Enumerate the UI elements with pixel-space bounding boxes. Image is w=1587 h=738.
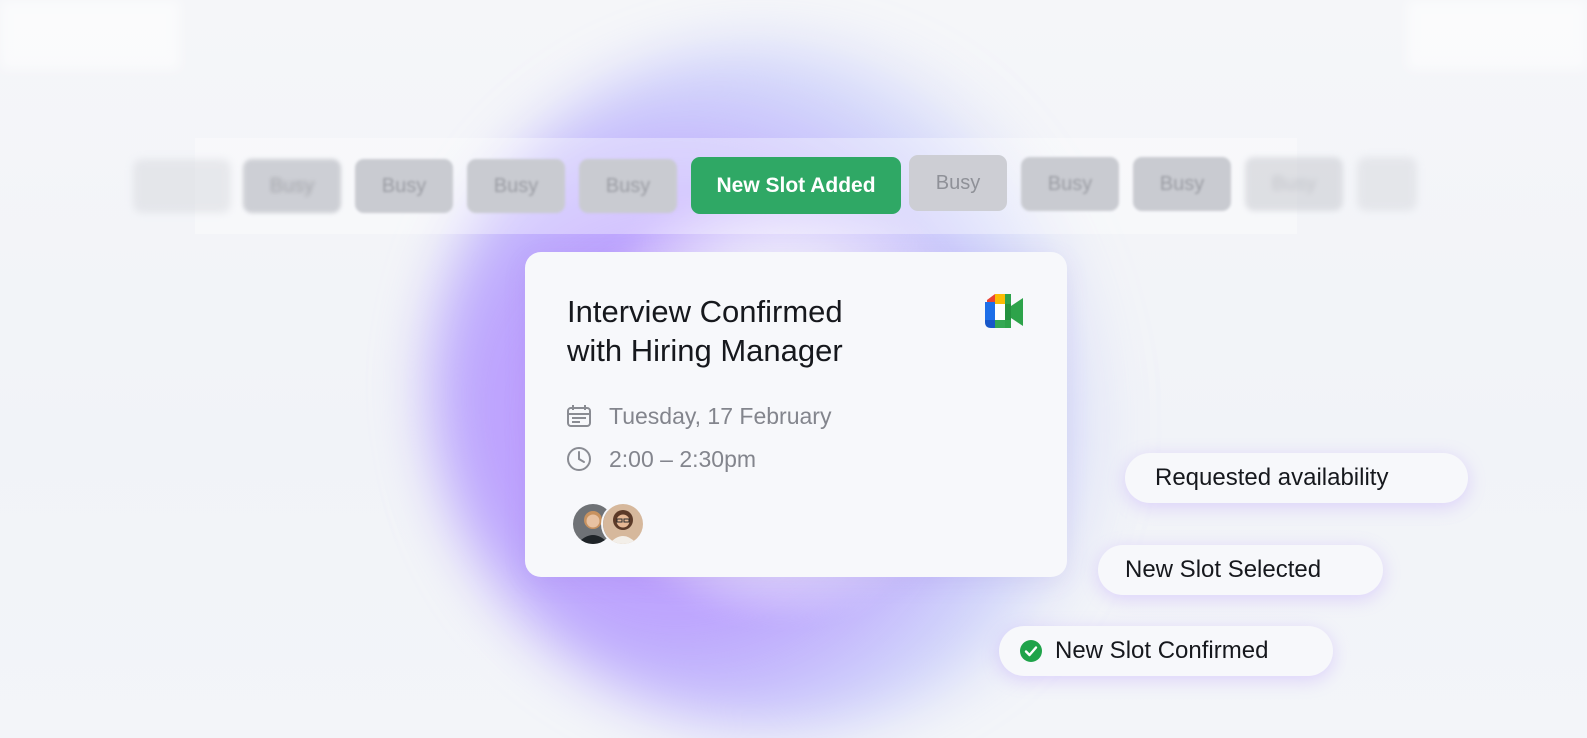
- slot-busy-ghost: [133, 159, 231, 213]
- card-title: Interview Confirmed with Hiring Manager: [567, 292, 947, 370]
- google-meet-icon[interactable]: [983, 294, 1027, 330]
- status-confirmed-label: New Slot Confirmed: [1055, 637, 1269, 664]
- slot-busy[interactable]: Busy: [1021, 157, 1119, 211]
- new-slot-added-badge[interactable]: New Slot Added: [691, 157, 901, 214]
- status-new-slot-selected[interactable]: New Slot Selected: [1098, 545, 1383, 595]
- avatar[interactable]: [601, 502, 645, 546]
- status-requested-label: Requested availability: [1155, 464, 1389, 491]
- card-title-line2: with Hiring Manager: [567, 333, 843, 368]
- slot-busy-ghost: [1357, 157, 1417, 211]
- card-title-line1: Interview Confirmed: [567, 294, 843, 329]
- slot-busy[interactable]: Busy: [355, 159, 453, 213]
- status-selected-label: New Slot Selected: [1125, 556, 1322, 583]
- date-row: Tuesday, 17 February: [565, 402, 831, 430]
- slot-busy[interactable]: Busy: [1245, 157, 1343, 211]
- attendee-avatars: [571, 502, 651, 546]
- scheduling-illustration: Busy Busy Busy Busy New Slot Added Busy …: [0, 0, 1587, 738]
- status-new-slot-confirmed[interactable]: New Slot Confirmed: [999, 626, 1333, 676]
- interview-date: Tuesday, 17 February: [609, 402, 832, 429]
- slot-row: Busy Busy Busy Busy New Slot Added Busy …: [133, 155, 1435, 217]
- time-row: 2:00 – 2:30pm: [565, 445, 756, 473]
- clock-icon: [565, 445, 593, 473]
- calendar-icon: [565, 402, 593, 430]
- slot-busy[interactable]: Busy: [467, 159, 565, 213]
- corner-fade-right: [1407, 0, 1587, 70]
- interview-time: 2:00 – 2:30pm: [609, 445, 757, 472]
- slot-busy[interactable]: Busy: [909, 155, 1007, 211]
- slot-busy[interactable]: Busy: [243, 159, 341, 213]
- slot-busy[interactable]: Busy: [579, 159, 677, 213]
- status-requested-availability[interactable]: Requested availability: [1125, 453, 1468, 503]
- corner-fade-left: [0, 0, 180, 70]
- interview-card[interactable]: Interview Confirmed with Hiring Manager: [525, 252, 1067, 577]
- slot-busy[interactable]: Busy: [1133, 157, 1231, 211]
- check-circle-icon: [1020, 640, 1042, 662]
